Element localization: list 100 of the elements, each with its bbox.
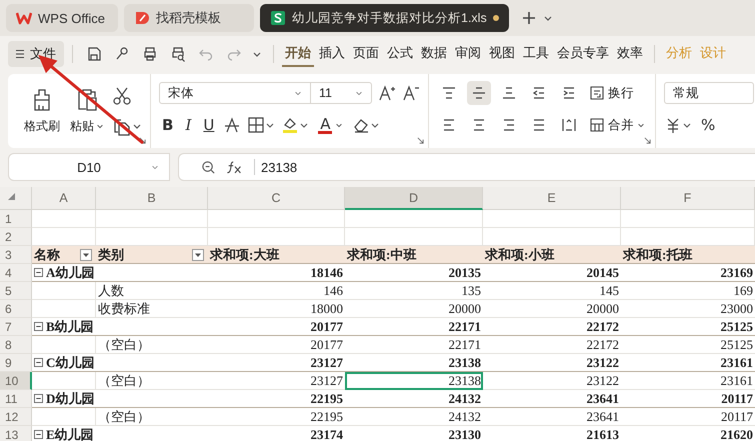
row-header[interactable]: 3: [0, 246, 32, 264]
percent-button[interactable]: %: [698, 116, 718, 134]
merge-button[interactable]: 合并: [587, 116, 647, 134]
collapse-icon[interactable]: [34, 358, 43, 367]
strikethrough-icon[interactable]: [223, 116, 242, 134]
menu-tab[interactable]: 数据: [418, 41, 450, 67]
font-size-dropdown[interactable]: 11: [310, 82, 372, 104]
wps-logo-icon: [16, 10, 32, 26]
row-header[interactable]: 7: [0, 318, 32, 336]
font-name-dropdown[interactable]: 宋体: [159, 82, 311, 104]
menu-tab[interactable]: 插入: [316, 41, 348, 67]
table-cell: 23138: [448, 354, 481, 370]
collapse-icon[interactable]: [34, 394, 43, 403]
justify-icon[interactable]: [531, 117, 547, 133]
column-header[interactable]: B: [96, 187, 208, 210]
table-cell: 22172: [586, 318, 619, 334]
distributed-align-icon[interactable]: [561, 117, 577, 133]
row-header[interactable]: 10: [0, 372, 32, 390]
underline-button[interactable]: U: [200, 116, 218, 134]
number-format-dropdown[interactable]: 常规: [664, 82, 754, 104]
app-tab[interactable]: WPS Office: [6, 4, 118, 32]
dialog-launcher-icon[interactable]: [644, 137, 651, 144]
table-cell: 145: [600, 282, 619, 298]
tab-title: WPS Office: [38, 10, 105, 26]
table-cell: （空白）: [98, 336, 150, 354]
borders-icon[interactable]: [247, 116, 276, 134]
menu-tab[interactable]: 工具: [520, 41, 552, 67]
row-header[interactable]: 8: [0, 336, 32, 354]
paste-button[interactable]: 粘贴: [68, 88, 106, 134]
app-tab[interactable]: 找稻壳模板: [124, 4, 254, 32]
select-all-icon[interactable]: [8, 193, 15, 200]
column-header[interactable]: E: [483, 187, 621, 210]
table-cell: 23169: [720, 264, 753, 280]
row-header[interactable]: 2: [0, 228, 32, 246]
row-header[interactable]: 9: [0, 354, 32, 372]
italic-button[interactable]: I: [182, 116, 194, 134]
collapse-icon[interactable]: [34, 268, 43, 277]
column-header[interactable]: A: [32, 187, 96, 210]
table-cell: 20145: [586, 264, 619, 280]
table-cell: 20177: [310, 318, 343, 334]
collapse-icon[interactable]: [34, 322, 43, 331]
name-box[interactable]: D10: [8, 153, 170, 181]
new-tab-icon[interactable]: [520, 10, 537, 26]
menu-tab[interactable]: 公式: [384, 41, 416, 67]
align-center-icon[interactable]: [471, 117, 487, 133]
column-header[interactable]: F: [621, 187, 755, 210]
caret-icon: [335, 121, 344, 129]
row-header[interactable]: 11: [0, 390, 32, 408]
table-cell: D幼儿园: [46, 390, 94, 408]
table-cell: 20117: [721, 390, 753, 406]
menu-tab[interactable]: 开始: [282, 41, 314, 67]
increase-font-icon[interactable]: [378, 84, 396, 102]
align-right-icon[interactable]: [501, 117, 517, 133]
scissors-icon[interactable]: [112, 86, 132, 106]
table-cell: 23641: [586, 408, 619, 424]
table-cell: 24132: [448, 390, 481, 406]
row-header[interactable]: 5: [0, 282, 32, 300]
dialog-launcher-icon[interactable]: [417, 137, 424, 144]
dialog-launcher-icon[interactable]: [139, 137, 146, 144]
save-icon[interactable]: [86, 46, 102, 62]
menu-tab[interactable]: 页面: [350, 41, 382, 67]
formula-field[interactable]: 23138: [178, 153, 755, 181]
filter-dropdown-icon[interactable]: [80, 248, 92, 260]
table-cell: 收费标准: [98, 300, 150, 318]
table-cell: 22195: [310, 390, 343, 406]
bold-button[interactable]: B: [159, 116, 176, 134]
indent-icon: [561, 85, 577, 101]
menu-tab[interactable]: 审阅: [452, 41, 484, 67]
table-cell: （空白）: [98, 408, 150, 426]
row-header[interactable]: 12: [0, 408, 32, 426]
font-color-button[interactable]: A: [315, 116, 346, 134]
row-header[interactable]: 1: [0, 210, 32, 228]
column-header[interactable]: D: [345, 187, 483, 210]
fill-color-icon[interactable]: [281, 116, 310, 134]
row-header[interactable]: 4: [0, 264, 32, 282]
menu-tab[interactable]: 视图: [486, 41, 518, 67]
tab-title: 找稻壳模板: [156, 9, 221, 27]
table-cell: 20177: [310, 336, 343, 352]
template-logo-icon: [134, 10, 150, 26]
table-cell: 25125: [720, 318, 753, 334]
table-cell: 22171: [448, 336, 481, 352]
print-preview-icon[interactable]: [170, 46, 186, 62]
row-header[interactable]: 6: [0, 300, 32, 318]
table-cell: （空白）: [98, 372, 150, 390]
app-tab[interactable]: 幼儿园竞争对手数据对比分析1.xls: [260, 4, 509, 32]
print-icon[interactable]: [142, 46, 158, 62]
align-middle-button[interactable]: [467, 81, 491, 105]
menu-tab[interactable]: 效率: [614, 41, 646, 67]
zoom-out-icon[interactable]: [201, 160, 216, 174]
row-header[interactable]: 13: [0, 426, 32, 441]
collapse-icon[interactable]: [34, 430, 43, 439]
menu-tab[interactable]: 会员专享: [554, 41, 612, 67]
table-cell: 23000: [720, 300, 753, 316]
format-painter-button[interactable]: 格式刷: [22, 88, 62, 134]
table-cell: 18146: [310, 264, 343, 280]
align-left-icon[interactable]: [441, 117, 457, 133]
decrease-font-icon[interactable]: [402, 84, 420, 102]
filter-dropdown-icon[interactable]: [192, 248, 204, 260]
column-header[interactable]: C: [208, 187, 345, 210]
wrap-text-button[interactable]: 换行: [587, 84, 636, 102]
